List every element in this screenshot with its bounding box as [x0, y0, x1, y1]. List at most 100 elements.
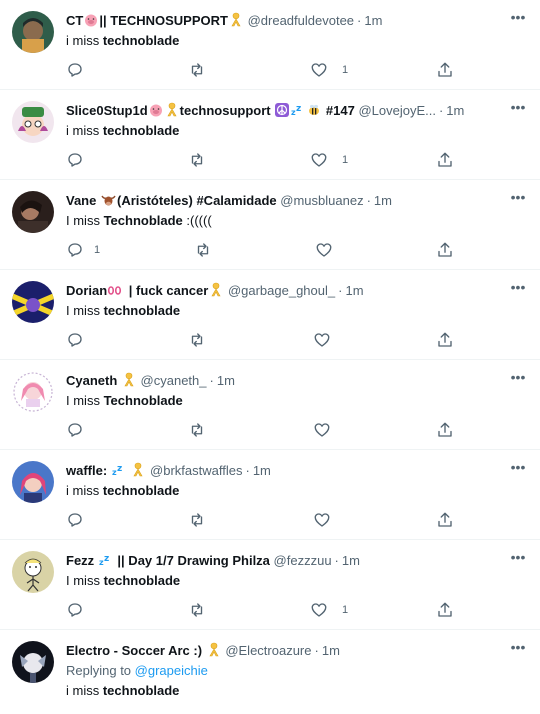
like-button[interactable]: 1: [310, 60, 348, 80]
separator-dot: ·: [357, 13, 362, 28]
like-button[interactable]: 1: [310, 150, 348, 170]
avatar[interactable]: [12, 641, 54, 683]
more-icon[interactable]: •••: [510, 10, 526, 24]
retweet-button[interactable]: [188, 510, 206, 530]
user-handle[interactable]: @cyaneth_: [141, 373, 207, 388]
share-button[interactable]: [436, 240, 454, 260]
tweet-actions: [66, 420, 466, 440]
tweet[interactable]: Electro - Soccer Arc :) @Electroazure · 1m…: [0, 630, 540, 710]
retweet-button[interactable]: [188, 600, 206, 620]
zzz-icon: zz: [112, 463, 126, 481]
user-handle[interactable]: @brkfastwaffles: [150, 463, 242, 478]
more-icon[interactable]: •••: [510, 550, 526, 564]
share-button[interactable]: [436, 510, 454, 530]
reply-icon: [66, 61, 84, 79]
timestamp[interactable]: 1m: [253, 463, 271, 478]
user-handle[interactable]: @dreadfuldevotee: [248, 13, 354, 28]
display-name-tag: #147: [325, 103, 355, 118]
more-icon[interactable]: •••: [510, 460, 526, 474]
tweet[interactable]: Cyaneth @cyaneth_ · 1m ••• I miss Technobl…: [0, 360, 540, 450]
yellow-ribbon-icon: [132, 462, 144, 481]
zzz-icon: zz: [99, 553, 113, 571]
avatar[interactable]: [12, 101, 54, 143]
tweet[interactable]: Vane (Aristóteles) #Calamidade @musbluan…: [0, 180, 540, 270]
user-handle[interactable]: @garbage_ghoul_: [228, 283, 335, 298]
timestamp[interactable]: 1m: [364, 13, 382, 28]
more-icon[interactable]: •••: [510, 100, 526, 114]
display-name[interactable]: waffle:: [66, 463, 107, 478]
share-icon: [436, 331, 454, 349]
tweet[interactable]: Slice0Stup1d technosupport zz #147 @Lovej…: [0, 90, 540, 180]
timestamp[interactable]: 1m: [374, 193, 392, 208]
reply-button[interactable]: 1: [66, 240, 100, 260]
svg-text:z: z: [104, 554, 109, 564]
like-button[interactable]: [313, 330, 345, 350]
reply-button[interactable]: [66, 150, 98, 170]
share-icon: [436, 601, 454, 619]
timestamp[interactable]: 1m: [217, 373, 235, 388]
tweet[interactable]: Dorian | fuck cancer @garbage_ghoul_ · 1m …: [0, 270, 540, 360]
ribbon-pink-icon: [108, 283, 124, 301]
timestamp[interactable]: 1m: [322, 643, 340, 658]
avatar[interactable]: [12, 461, 54, 503]
tweet-header: Vane (Aristóteles) #Calamidade @musbluan…: [66, 191, 500, 211]
display-name[interactable]: Vane: [66, 193, 96, 208]
heart-icon: [313, 331, 331, 349]
tweet[interactable]: Fezz zz || Day 1/7 Drawing Philza @fezzz…: [0, 540, 540, 630]
display-name[interactable]: Slice0Stup1d: [66, 103, 148, 118]
avatar[interactable]: [12, 281, 54, 323]
display-name[interactable]: Dorian: [66, 283, 107, 298]
user-handle[interactable]: @fezzzuu: [274, 553, 332, 568]
heart-icon: [315, 241, 333, 259]
reply-button[interactable]: [66, 510, 98, 530]
retweet-icon: [194, 241, 212, 259]
retweet-button[interactable]: [188, 60, 206, 80]
mention-link[interactable]: @grapeichie: [135, 663, 208, 678]
share-button[interactable]: [436, 420, 454, 440]
like-button[interactable]: [313, 420, 345, 440]
reply-button[interactable]: [66, 600, 98, 620]
retweet-button[interactable]: [194, 240, 212, 260]
share-button[interactable]: [436, 60, 454, 80]
like-button[interactable]: [315, 240, 347, 260]
share-button[interactable]: [436, 330, 454, 350]
retweet-button[interactable]: [188, 420, 206, 440]
avatar[interactable]: [12, 551, 54, 593]
reply-button[interactable]: [66, 60, 98, 80]
tweet[interactable]: CT || TECHNOSUPPORT @dreadfuldevotee · 1m •…: [0, 0, 540, 90]
more-icon[interactable]: •••: [510, 190, 526, 204]
share-button[interactable]: [436, 150, 454, 170]
more-icon[interactable]: •••: [510, 280, 526, 294]
user-handle[interactable]: @Electroazure: [225, 643, 311, 658]
display-name[interactable]: Cyaneth: [66, 373, 117, 388]
display-name[interactable]: Fezz: [66, 553, 94, 568]
share-button[interactable]: [436, 600, 454, 620]
more-icon[interactable]: •••: [510, 640, 526, 654]
yellow-ribbon-icon: [230, 12, 242, 31]
svg-text:z: z: [117, 464, 122, 474]
timestamp[interactable]: 1m: [345, 283, 363, 298]
tweet[interactable]: waffle: zz @brkfastwaffles · 1m ••• i miss…: [0, 450, 540, 540]
reply-button[interactable]: [66, 330, 98, 350]
retweet-button[interactable]: [188, 150, 206, 170]
like-button[interactable]: 1: [310, 600, 348, 620]
reply-button[interactable]: [66, 420, 98, 440]
display-name[interactable]: Electro - Soccer Arc :): [66, 643, 202, 658]
avatar[interactable]: [12, 191, 54, 233]
tweet-header: Dorian | fuck cancer @garbage_ghoul_ · 1m: [66, 281, 500, 301]
timestamp[interactable]: 1m: [342, 553, 360, 568]
like-button[interactable]: [313, 510, 345, 530]
tweet-actions: 1: [66, 600, 466, 620]
share-icon: [436, 241, 454, 259]
avatar[interactable]: [12, 11, 54, 53]
share-icon: [436, 421, 454, 439]
user-handle[interactable]: @musbluanez: [280, 193, 363, 208]
retweet-button[interactable]: [188, 330, 206, 350]
avatar[interactable]: [12, 371, 54, 413]
tweet-text: i miss technoblade: [66, 33, 180, 48]
display-name[interactable]: CT: [66, 13, 83, 28]
user-handle[interactable]: @LovejoyE...: [358, 103, 436, 118]
timestamp[interactable]: 1m: [446, 103, 464, 118]
more-icon[interactable]: •••: [510, 370, 526, 384]
retweet-icon: [188, 601, 206, 619]
